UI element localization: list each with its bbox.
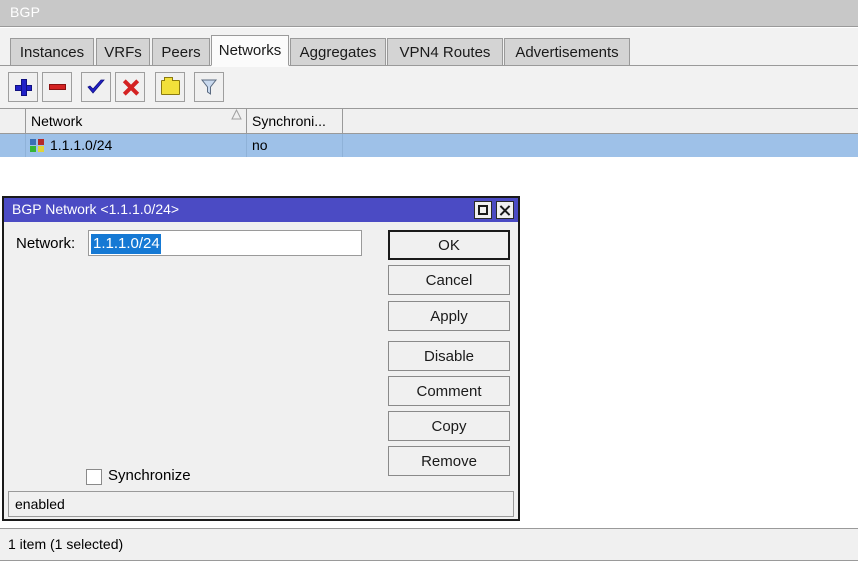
dialog-title: BGP Network <1.1.1.0/24> [12,201,179,217]
row-separator-2 [246,134,247,157]
toolbar [0,66,858,108]
cancel-button[interactable]: Cancel [388,265,510,295]
dialog-status-text: enabled [15,496,65,512]
synchronize-label: Synchronize [108,467,191,484]
add-button[interactable] [8,72,38,102]
close-button[interactable] [496,201,514,219]
disable-button[interactable] [115,72,145,102]
enable-button[interactable] [81,72,111,102]
column-header-network-label: Network [26,113,82,129]
tab-vrfs[interactable]: VRFs [96,38,150,66]
bgp-network-dialog: BGP Network <1.1.1.0/24> Network: 1.1.1.… [2,196,520,521]
synchronize-checkbox[interactable] [86,469,102,485]
minus-icon [49,84,66,90]
network-input-value: 1.1.1.0/24 [91,234,161,254]
column-header-selector[interactable] [0,109,26,133]
row-separator-1 [25,134,26,157]
table-header: Network Synchroni... [0,109,858,134]
comment-button[interactable] [155,72,185,102]
close-icon [500,205,511,216]
network-input[interactable]: 1.1.1.0/24 [88,230,362,256]
four-squares-icon [30,139,44,152]
bgp-window: BGP Instances VRFs Peers Networks Aggreg… [0,0,858,561]
window-title: BGP [10,4,40,20]
apply-button[interactable]: Apply [388,301,510,331]
filter-button[interactable] [194,72,224,102]
row-network-value: 1.1.1.0/24 [50,137,112,153]
status-bar-text: 1 item (1 selected) [8,536,123,552]
dialog-body: Network: 1.1.1.0/24 OK Cancel Apply Disa… [4,222,518,495]
disable-button-dialog[interactable]: Disable [388,341,510,371]
plus-icon [15,79,32,96]
column-header-filler [343,109,858,133]
maximize-button[interactable] [474,201,492,219]
row-synchronize-value: no [252,137,268,153]
comment-button-dialog[interactable]: Comment [388,376,510,406]
network-label: Network: [16,235,75,252]
restore-icon [478,205,488,215]
dialog-status-bar: enabled [8,491,514,517]
remove-button[interactable] [42,72,72,102]
dialog-titlebar[interactable]: BGP Network <1.1.1.0/24> [4,198,518,222]
column-header-network[interactable]: Network [26,109,247,133]
tab-vpn4-routes[interactable]: VPN4 Routes [387,38,503,66]
row-separator-3 [342,134,343,157]
cross-icon [122,79,139,96]
column-header-synchronize[interactable]: Synchroni... [247,109,343,133]
status-bar: 1 item (1 selected) [0,528,858,561]
sort-ascending-icon [231,116,241,125]
tab-peers[interactable]: Peers [152,38,210,66]
comment-icon [161,80,180,95]
tab-instances[interactable]: Instances [10,38,94,66]
column-header-synchronize-label: Synchroni... [247,113,326,129]
table-row[interactable]: 1.1.1.0/24 no [0,134,858,157]
tab-networks[interactable]: Networks [211,35,289,66]
ok-button[interactable]: OK [388,230,510,260]
tab-strip: Instances VRFs Peers Networks Aggregates… [0,28,858,66]
tab-advertisements[interactable]: Advertisements [504,38,630,66]
check-icon [87,79,105,95]
remove-button-dialog[interactable]: Remove [388,446,510,476]
copy-button[interactable]: Copy [388,411,510,441]
networks-table: Network Synchroni... 1.1.1.0/24 no [0,108,858,191]
window-titlebar: BGP [0,0,858,27]
tab-aggregates[interactable]: Aggregates [290,38,386,66]
filter-icon [200,78,218,96]
